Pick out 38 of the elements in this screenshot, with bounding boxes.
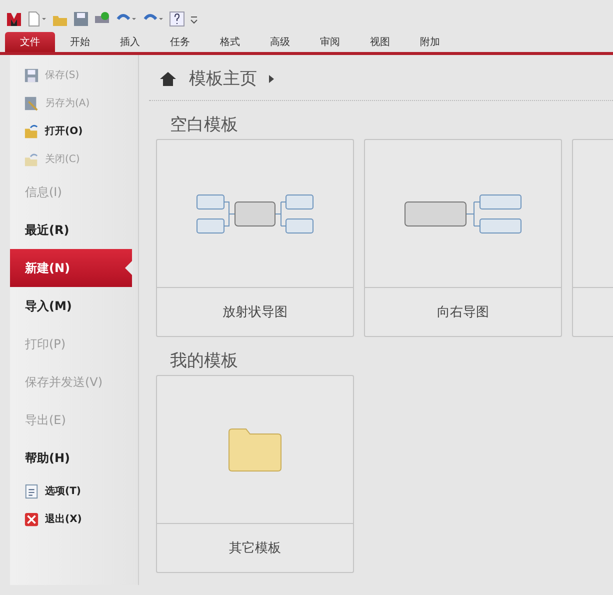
- ribbon-tab[interactable]: 附加: [405, 32, 455, 52]
- folder-icon: [24, 124, 39, 138]
- folder-icon: [228, 428, 282, 472]
- menu-item[interactable]: 新建(N): [10, 249, 132, 287]
- ribbon-tab[interactable]: 任务: [155, 32, 205, 52]
- breadcrumb-title: 模板主页: [189, 68, 257, 90]
- save-icon[interactable]: [73, 11, 89, 27]
- close-icon: [24, 512, 39, 526]
- menu-item[interactable]: 导入(M): [10, 287, 132, 325]
- folder-icon: [24, 152, 39, 166]
- menu-item[interactable]: 帮助(H): [10, 439, 132, 477]
- home-icon[interactable]: [159, 70, 177, 86]
- menu-item[interactable]: 退出(X): [10, 505, 132, 533]
- save-icon: [24, 68, 39, 82]
- ribbon-tab[interactable]: 审阅: [305, 32, 355, 52]
- save-as-icon: [24, 96, 39, 110]
- section-title: 我的模板: [169, 350, 239, 373]
- ribbon-tab[interactable]: 文件: [5, 32, 55, 52]
- template-label: 其它模板: [228, 540, 282, 558]
- section-title: 空白模板: [169, 114, 239, 137]
- template-label: 放射状导图: [222, 304, 288, 322]
- ribbon-tab[interactable]: 高级: [255, 32, 305, 52]
- menu-item[interactable]: 选项(T): [10, 477, 132, 505]
- app-logo: [6, 11, 22, 27]
- help-icon[interactable]: [169, 11, 185, 27]
- ribbon-tab[interactable]: 格式: [205, 32, 255, 52]
- template-label: 向右导图: [436, 304, 490, 322]
- ribbon-tab[interactable]: 开始: [55, 32, 105, 52]
- menu-item[interactable]: 最近(R): [10, 211, 132, 249]
- document-icon: [24, 484, 39, 498]
- template-card[interactable]: 其它模板: [156, 375, 354, 573]
- template-card[interactable]: 放射状导图: [156, 139, 354, 337]
- ribbon-tab[interactable]: 视图: [355, 32, 405, 52]
- menu-item[interactable]: 打开(O): [10, 117, 132, 145]
- caret-icon: [269, 74, 274, 82]
- template-card[interactable]: 向右导图: [364, 139, 562, 337]
- new-document-icon[interactable]: [27, 11, 47, 27]
- ribbon-tab[interactable]: 插入: [105, 32, 155, 52]
